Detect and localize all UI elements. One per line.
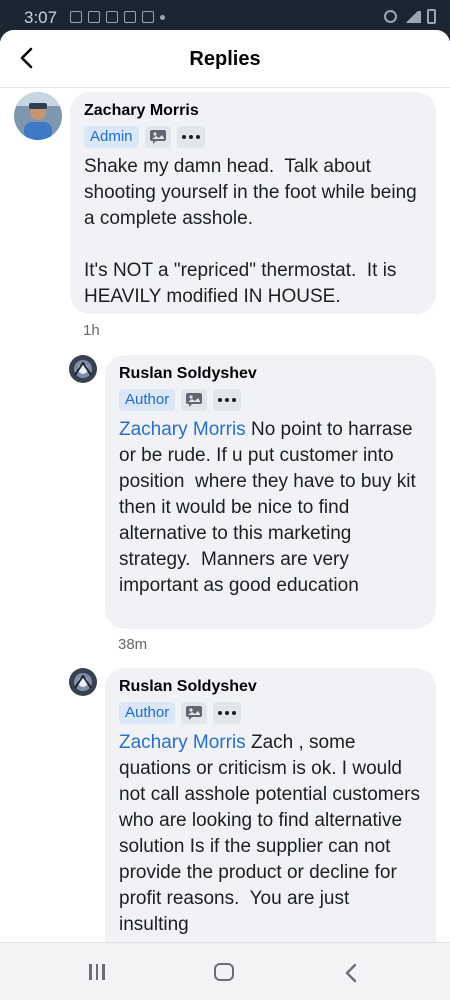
- mention-link[interactable]: Zachary Morris: [119, 732, 246, 753]
- author-badge: Author: [119, 702, 176, 724]
- photo-comment-icon: [181, 389, 208, 411]
- alarm-icon: [384, 10, 397, 23]
- more-options-icon[interactable]: [213, 702, 242, 724]
- notification-icon: [106, 11, 118, 23]
- more-notifications-icon: [160, 15, 165, 20]
- system-nav-bar: [0, 942, 450, 1000]
- more-options-icon[interactable]: [213, 389, 242, 411]
- comment-text: Zachary Morris Zach , some quations or c…: [119, 732, 426, 935]
- author-badge: Author: [119, 389, 176, 411]
- notification-icon: [124, 11, 136, 23]
- avatar[interactable]: [14, 92, 62, 140]
- comment-bubble: Ruslan Soldyshev Author Zachary Morris Z…: [105, 668, 436, 942]
- admin-badge: Admin: [84, 126, 139, 148]
- comment-bubble: Zachary Morris Admin Shake my damn head.…: [70, 92, 436, 314]
- comment-bubble: Ruslan Soldyshev Author Zachary Morris N…: [105, 355, 436, 629]
- notification-icon: [88, 11, 100, 23]
- notification-icons: [70, 11, 165, 23]
- photo-comment-icon: [144, 126, 171, 148]
- photo-comment-icon: [181, 702, 208, 724]
- comment-timestamp[interactable]: 1h: [83, 322, 100, 339]
- header: Replies: [0, 30, 450, 88]
- back-nav-icon[interactable]: [342, 962, 362, 984]
- more-options-icon[interactable]: [176, 126, 205, 148]
- page-title: Replies: [189, 48, 261, 70]
- comment-text: Zachary Morris No point to harrase or be…: [119, 419, 422, 596]
- comment-timestamp[interactable]: 38m: [118, 636, 147, 653]
- battery-icon: [427, 9, 436, 24]
- avatar[interactable]: [69, 668, 97, 696]
- avatar[interactable]: [69, 355, 97, 383]
- notification-icon: [142, 11, 154, 23]
- comment-author[interactable]: Ruslan Soldyshev: [119, 365, 422, 383]
- comment-text: Shake my damn head. Talk about shooting …: [84, 156, 417, 307]
- comment-author[interactable]: Ruslan Soldyshev: [119, 678, 422, 696]
- status-time: 3:07: [24, 8, 58, 27]
- mention-link[interactable]: Zachary Morris: [119, 419, 246, 440]
- recent-apps-icon[interactable]: [89, 964, 107, 980]
- home-icon[interactable]: [214, 963, 234, 981]
- signal-icon: [403, 10, 421, 23]
- notification-icon: [70, 11, 82, 23]
- status-bar: 3:07: [0, 0, 450, 34]
- replies-screen: Replies Zachary Morris Admin Shake my da…: [0, 30, 450, 942]
- comment-author[interactable]: Zachary Morris: [84, 102, 422, 120]
